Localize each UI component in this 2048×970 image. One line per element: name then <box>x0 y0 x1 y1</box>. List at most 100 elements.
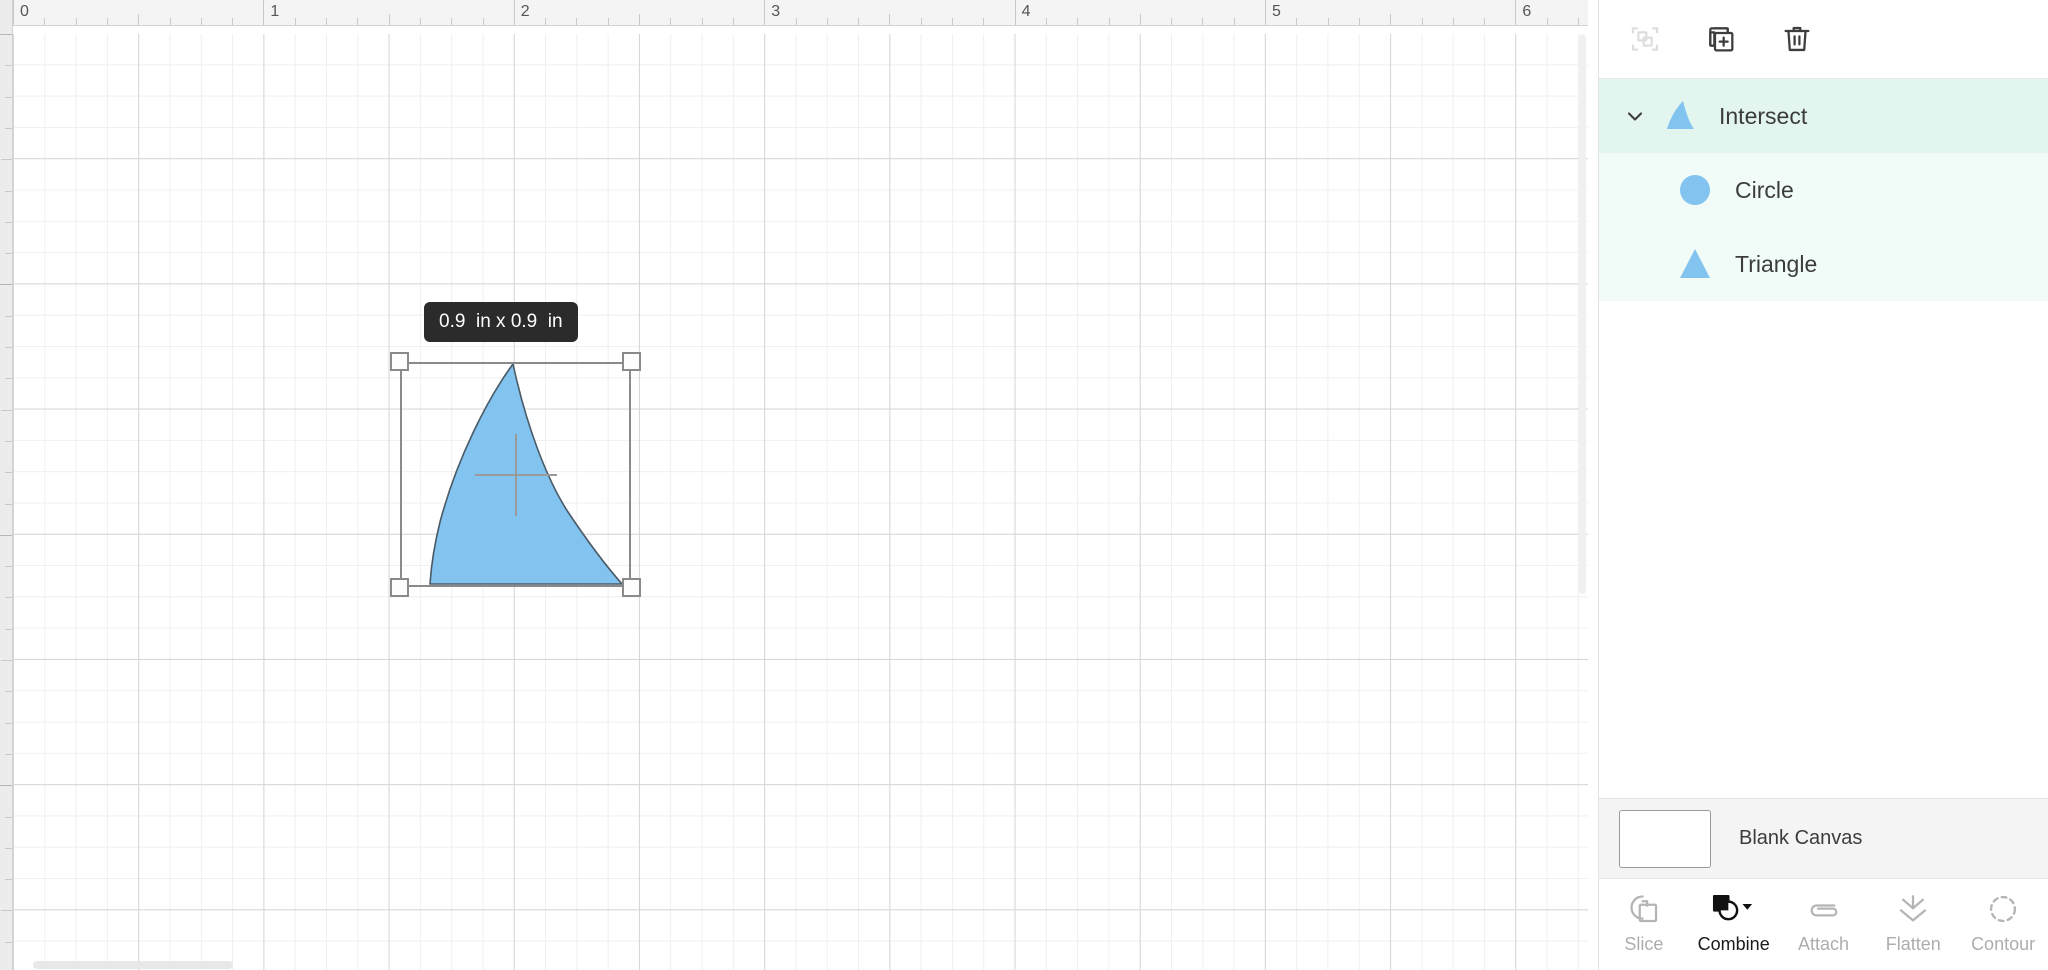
dimension-tooltip: 0.9 in x 0.9 in <box>424 302 578 342</box>
ruler-minor-tick <box>1108 18 1110 25</box>
combine-button[interactable]: Combine <box>1689 889 1779 955</box>
layer-thumbnail-circle <box>1673 168 1717 212</box>
vruler-tick <box>1 159 12 161</box>
ruler-minor-tick <box>889 14 891 25</box>
vruler-tick <box>5 315 12 317</box>
ruler-minor-tick <box>138 14 140 25</box>
canvas-material-row[interactable]: Blank Canvas <box>1599 798 2048 878</box>
vruler-tick <box>5 503 12 505</box>
vruler-tick <box>5 566 12 568</box>
resize-handle-bottom-left[interactable] <box>390 578 409 597</box>
vruler-tick <box>5 753 12 755</box>
vruler-tick <box>5 127 12 129</box>
ruler-minor-tick <box>357 18 359 25</box>
ruler-corner <box>0 0 13 26</box>
layer-label-circle: Circle <box>1735 177 1794 203</box>
flatten-label: Flatten <box>1885 934 1941 954</box>
ruler-minor-tick <box>75 18 77 25</box>
ruler-minor-tick <box>200 18 202 25</box>
ruler-major-tick: 6 <box>1515 0 1531 25</box>
combine-label: Combine <box>1697 934 1770 954</box>
ruler-tick-label: 2 <box>520 3 530 20</box>
chevron-down-icon[interactable] <box>1621 102 1649 130</box>
ruler-major-tick: 3 <box>764 0 780 25</box>
layer-label-intersect: Intersect <box>1719 103 1808 129</box>
contour-button[interactable]: Contour <box>1958 889 2048 955</box>
vruler-tick <box>1 660 12 661</box>
ruler-major-tick: 2 <box>513 0 530 25</box>
layer-thumbnail-triangle <box>1673 242 1717 286</box>
ruler-tick-label: 1 <box>270 3 280 20</box>
ruler-tick-label: 0 <box>20 3 29 20</box>
ruler-minor-tick <box>106 18 108 25</box>
ruler-tick-label: 5 <box>1272 3 1281 20</box>
layer-row-intersect[interactable]: Intersect <box>1599 79 2048 153</box>
ruler-minor-tick <box>826 18 828 25</box>
layer-row-circle[interactable]: Circle <box>1599 153 2048 227</box>
ruler-minor-tick <box>732 18 734 25</box>
vruler-tick <box>5 691 12 693</box>
ruler-minor-tick <box>482 18 484 25</box>
group-ungroup-icon[interactable] <box>1625 19 1665 59</box>
ruler-minor-tick <box>545 18 547 25</box>
vruler-tick <box>5 347 12 348</box>
layer-label-triangle: Triangle <box>1735 251 1818 277</box>
resize-handle-top-left[interactable] <box>390 352 409 371</box>
ruler-minor-tick <box>419 18 421 25</box>
resize-handle-top-right[interactable] <box>622 352 641 371</box>
ruler-minor-tick <box>1296 18 1298 25</box>
ruler-minor-tick <box>1484 18 1486 25</box>
vruler-tick <box>0 284 12 286</box>
vertical-ruler <box>0 26 13 970</box>
ruler-major-tick: 5 <box>1265 0 1281 25</box>
flatten-icon <box>1896 889 1930 929</box>
slice-button[interactable]: Slice <box>1599 889 1689 955</box>
vruler-tick <box>0 34 12 35</box>
attach-label: Attach <box>1797 934 1849 954</box>
delete-icon[interactable] <box>1777 19 1817 59</box>
ruler-tick-label: 6 <box>1522 3 1532 20</box>
vruler-tick <box>5 65 12 67</box>
ruler-minor-tick <box>920 18 922 25</box>
slice-label: Slice <box>1624 934 1664 954</box>
vruler-tick <box>5 597 12 599</box>
layers-list: Intersect Circle Triangle <box>1599 79 2048 798</box>
slice-icon <box>1627 889 1661 929</box>
resize-handle-bottom-right[interactable] <box>622 578 641 597</box>
app-root: 0 1 2 3 4 5 6 0.9 in x 0.9 in Intersect Circle… <box>0 0 2048 970</box>
ruler-minor-tick <box>1327 18 1329 25</box>
canvas-grid <box>13 34 1588 970</box>
ruler-minor-tick <box>451 18 453 25</box>
vruler-tick <box>5 941 12 943</box>
ruler-minor-tick <box>983 18 985 25</box>
ruler-minor-tick <box>701 18 703 25</box>
attach-button[interactable]: Attach <box>1779 889 1869 955</box>
ruler-minor-tick <box>1358 18 1360 25</box>
ruler-minor-tick <box>576 18 578 25</box>
vruler-tick <box>5 221 12 223</box>
vruler-tick <box>5 847 12 849</box>
ruler-minor-tick <box>232 18 234 25</box>
layers-panel-toolbar <box>1599 0 2048 79</box>
design-canvas[interactable]: 0 1 2 3 4 5 6 0.9 in x 0.9 in <box>0 0 1588 970</box>
contour-label: Contour <box>1971 934 2036 954</box>
canvas-vertical-scrollbar[interactable] <box>1577 34 1588 970</box>
ruler-tick-label: 4 <box>1021 3 1031 20</box>
canvas-color-swatch[interactable] <box>1619 809 1711 868</box>
duplicate-icon[interactable] <box>1701 19 1741 59</box>
ruler-major-tick: 0 <box>13 0 29 25</box>
ruler-minor-tick <box>1139 14 1141 25</box>
ruler-minor-tick <box>795 18 797 25</box>
canvas-horizontal-scrollbar[interactable] <box>13 958 1588 970</box>
ruler-minor-tick <box>607 18 609 25</box>
layer-row-triangle[interactable]: Triangle <box>1599 227 2048 301</box>
layers-panel: Intersect Circle Triangle Blank Canvas S… <box>1598 0 2048 970</box>
selected-shape-group[interactable] <box>390 352 641 597</box>
ruler-major-tick: 1 <box>263 0 279 25</box>
flatten-button[interactable]: Flatten <box>1868 889 1958 955</box>
ruler-minor-tick <box>1578 18 1579 25</box>
ruler-major-tick: 4 <box>1014 0 1031 25</box>
shape-center-marker <box>400 362 631 587</box>
combine-icon <box>1708 889 1760 929</box>
ruler-minor-tick <box>1045 18 1047 25</box>
